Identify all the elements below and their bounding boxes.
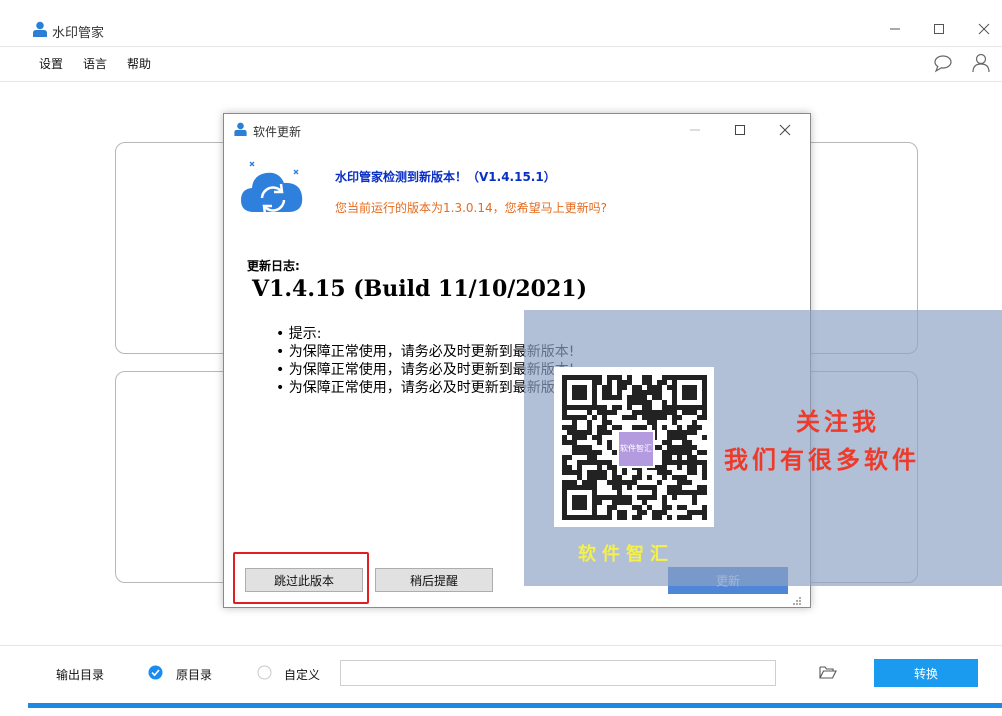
maximize-button[interactable] [928, 18, 950, 40]
menu-bar: 设置 语言 帮助 [0, 47, 1002, 82]
dialog-maximize-button[interactable] [729, 119, 751, 141]
promo-text-follow: 关注我 [796, 408, 880, 436]
chat-bubble-icon[interactable] [933, 53, 953, 73]
convert-button[interactable]: 转换 [874, 659, 978, 687]
output-dir-label: 输出目录 [56, 668, 105, 682]
close-icon [779, 124, 791, 136]
highlight-box [233, 552, 369, 604]
maximize-icon [934, 24, 944, 34]
brand-text: 软件智汇 [578, 544, 674, 565]
option-original-dir[interactable]: 原目录 [176, 666, 212, 683]
app-title: 水印管家 [52, 26, 105, 41]
minimize-button[interactable] [884, 18, 906, 40]
menu-help[interactable]: 帮助 [127, 55, 151, 72]
maximize-icon [735, 125, 745, 135]
output-path-input[interactable] [340, 660, 776, 686]
folder-open-icon[interactable] [819, 664, 837, 680]
dialog-user-icon [234, 122, 247, 136]
cloud-sync-icon [241, 161, 303, 215]
dialog-minimize-button[interactable] [684, 119, 706, 141]
version-heading: V1.4.15 (Build 11/10/2021) [252, 276, 587, 302]
update-subline: 您当前运行的版本为1.3.0.14，您希望马上更新吗? [335, 201, 607, 215]
radio-unchecked-icon[interactable] [257, 665, 272, 680]
radio-checked-icon[interactable] [148, 665, 163, 680]
app-user-icon [33, 21, 47, 37]
promo-text-software: 我们有很多软件 [724, 446, 920, 474]
close-icon [978, 23, 990, 35]
menu-settings[interactable]: 设置 [39, 55, 63, 72]
qr-logo: 软件智汇 [617, 430, 655, 468]
menu-language[interactable]: 语言 [83, 55, 107, 72]
changelog-label: 更新日志: [247, 259, 300, 273]
user-account-icon[interactable] [971, 53, 991, 73]
option-custom-dir[interactable]: 自定义 [284, 666, 320, 683]
remind-later-button[interactable]: 稍后提醒 [375, 568, 493, 592]
resize-grip-icon[interactable] [788, 594, 802, 606]
minimize-icon [690, 129, 700, 131]
promo-overlay: 软件智汇 关注我 我们有很多软件 软件智汇 [524, 310, 1002, 586]
accent-stripe [28, 703, 1002, 708]
update-headline: 水印管家检测到新版本！（V1.4.15.1） [335, 170, 556, 184]
close-button[interactable] [973, 18, 995, 40]
dialog-title: 软件更新 [253, 125, 302, 139]
dialog-close-button[interactable] [774, 119, 796, 141]
qr-code-card: 软件智汇 [554, 367, 714, 527]
title-bar: 水印管家 [0, 0, 1002, 47]
minimize-icon [890, 28, 900, 30]
